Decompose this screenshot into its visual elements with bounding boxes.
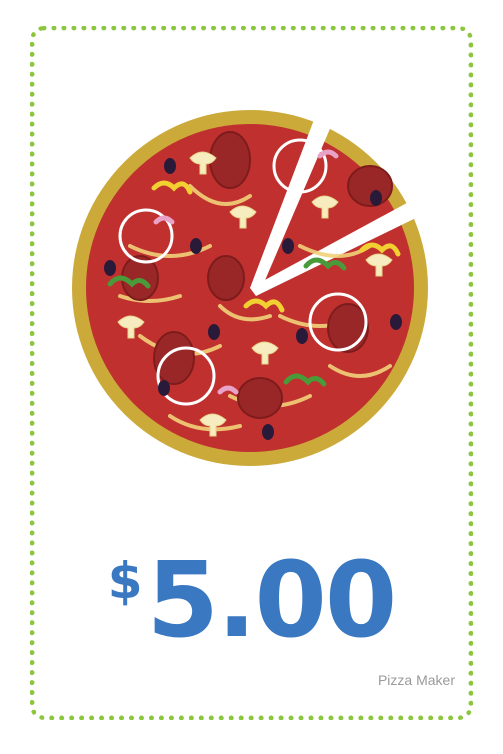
pepperoni: [153, 331, 195, 385]
pepperoni: [347, 165, 393, 207]
price-currency: $: [107, 552, 143, 610]
pepperoni: [209, 131, 251, 189]
pepperoni: [327, 303, 369, 353]
pepperoni: [237, 377, 283, 419]
pizza-icon: [72, 96, 440, 466]
brand-label: Pizza Maker: [377, 672, 455, 688]
price: $5.00: [0, 548, 503, 652]
price-amount: 5.00: [146, 539, 398, 661]
pepperoni: [207, 255, 245, 301]
